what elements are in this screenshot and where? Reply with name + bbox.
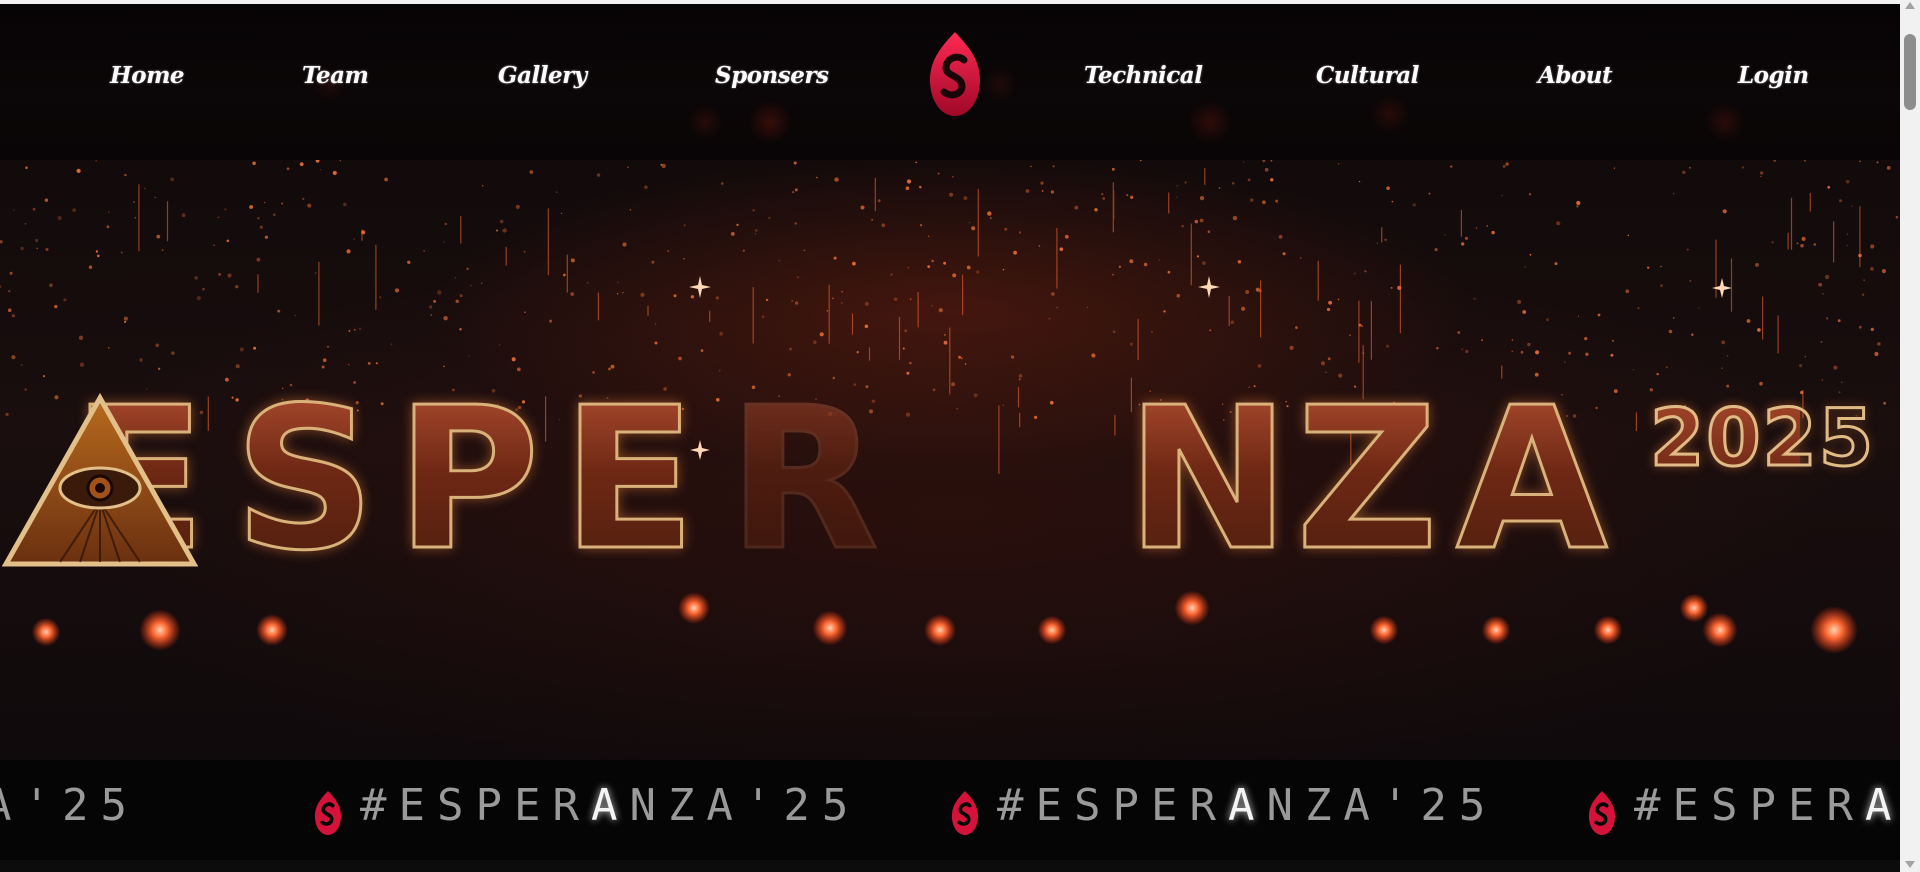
- nav-gallery[interactable]: Gallery: [498, 62, 587, 89]
- marquee-text: #ESPERANZA'25: [360, 780, 861, 831]
- title-letter: P: [395, 366, 542, 594]
- hero-banner: E S P E R N Z A 2025: [0, 160, 1900, 760]
- nav-team[interactable]: Team: [302, 62, 369, 89]
- marquee-text: #ESPERANZA'25: [997, 780, 1498, 831]
- marquee-text: NZA'25: [0, 780, 139, 831]
- title-letter: Z: [1294, 366, 1439, 594]
- event-year: 2025: [1649, 394, 1876, 484]
- hashtag-marquee: NZA'25 #ESPERANZA'25 #ESPERANZA'25 #ESPE…: [0, 760, 1900, 860]
- vertical-scrollbar[interactable]: [1900, 0, 1920, 872]
- esperanza-flame-logo-icon: [951, 791, 979, 835]
- title-letter: R: [727, 366, 881, 594]
- title-letter: A: [1455, 366, 1610, 594]
- page-bottom-strip: [0, 860, 1900, 872]
- eye-of-providence-triangle-icon: [1, 392, 199, 567]
- nav-cultural[interactable]: Cultural: [1316, 62, 1419, 89]
- esperanza-flame-logo-icon: [314, 791, 342, 835]
- title-letter: S: [232, 366, 376, 594]
- nav-home[interactable]: Home: [110, 62, 185, 89]
- esperanza-flame-logo-icon[interactable]: [928, 30, 982, 118]
- nav-sponsers[interactable]: Sponsers: [715, 62, 829, 89]
- event-title: E S P E R N Z A: [0, 366, 1900, 594]
- scroll-down-arrow-icon[interactable]: [1905, 861, 1915, 868]
- marquee-text: #ESPERA: [1634, 780, 1900, 831]
- title-letter: E: [561, 366, 698, 594]
- nav-technical[interactable]: Technical: [1084, 62, 1203, 89]
- nav-login[interactable]: Login: [1738, 62, 1809, 89]
- scrollbar-thumb[interactable]: [1904, 34, 1916, 110]
- nav-about[interactable]: About: [1538, 62, 1613, 89]
- scroll-up-arrow-icon[interactable]: [1905, 2, 1915, 9]
- main-navbar: Home Team Gallery Sponsers Technical Cul…: [0, 4, 1900, 160]
- title-letter: N: [1124, 366, 1291, 594]
- esperanza-flame-logo-icon: [1588, 791, 1616, 835]
